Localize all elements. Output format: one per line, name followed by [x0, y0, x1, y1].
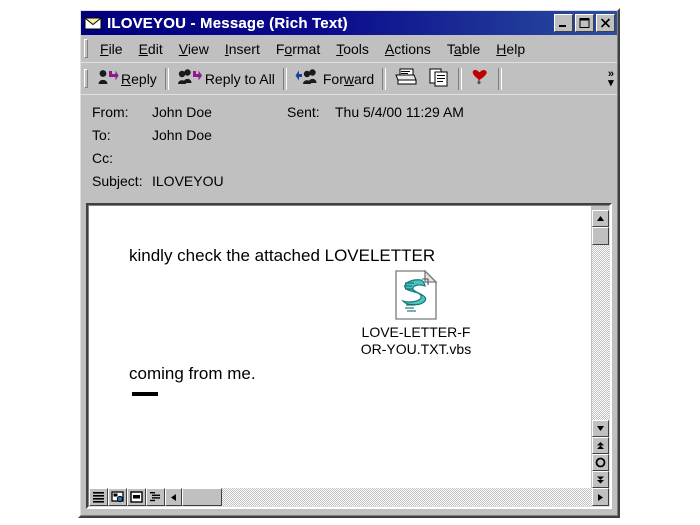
normal-view-button[interactable]	[89, 488, 108, 506]
print-button[interactable]	[389, 66, 423, 92]
header-row-from: From: John Doe Sent: Thu 5/4/00 11:29 AM	[81, 104, 617, 127]
window-inner-frame: ILOVEYOU - Message (Rich Text) File Edit…	[80, 10, 618, 516]
header-row-cc: Cc:	[81, 150, 617, 173]
menu-bar: File Edit View Insert Format Tools Actio…	[81, 35, 617, 62]
from-value[interactable]: John Doe	[152, 104, 287, 120]
body-line-2: coming from me.	[129, 364, 256, 383]
printer-icon	[394, 67, 418, 90]
message-headers: From: John Doe Sent: Thu 5/4/00 11:29 AM…	[81, 94, 617, 202]
reply-icon	[97, 68, 119, 89]
body-line-1: kindly check the attached LOVELETTER	[129, 246, 436, 265]
window-title: ILOVEYOU - Message (Rich Text)	[107, 14, 348, 32]
signature-rule	[132, 392, 158, 396]
select-browse-object-button[interactable]	[592, 454, 609, 471]
menu-tools[interactable]: Tools	[328, 39, 377, 59]
previous-page-button[interactable]	[592, 437, 609, 454]
message-body-inner: kindly check the attached LOVELETTER LOV…	[88, 205, 610, 507]
close-button[interactable]	[596, 14, 615, 32]
title-bar[interactable]: ILOVEYOU - Message (Rich Text)	[81, 11, 617, 35]
to-value[interactable]: John Doe	[152, 127, 287, 143]
from-label: From:	[92, 104, 129, 120]
toolbar-separator-2	[282, 67, 287, 90]
scroll-right-button[interactable]	[592, 488, 609, 506]
envelope-icon	[84, 15, 102, 31]
flag-icon	[470, 67, 490, 90]
attachment-filename: LOVE-LETTER-FOR-YOU.TXT.vbs	[360, 324, 472, 357]
horizontal-scroll-track[interactable]	[222, 488, 592, 506]
message-window: ILOVEYOU - Message (Rich Text) File Edit…	[78, 8, 620, 518]
maximize-button[interactable]	[575, 14, 594, 32]
subject-value: ILOVEYOU	[152, 173, 224, 189]
menu-edit[interactable]: Edit	[131, 39, 171, 59]
web-layout-view-button[interactable]	[108, 488, 127, 506]
toolbar-overflow-button[interactable]: » ▾	[608, 68, 614, 89]
menu-view[interactable]: View	[171, 39, 217, 59]
sent-value: Thu 5/4/00 11:29 AM	[335, 104, 464, 120]
forward-label: Forward	[322, 70, 375, 87]
message-body-panel: kindly check the attached LOVELETTER LOV…	[86, 203, 612, 509]
vbs-script-file-icon	[394, 269, 438, 320]
forward-button[interactable]: Forward	[290, 66, 379, 92]
window-controls	[554, 14, 615, 32]
header-row-to: To: John Doe	[81, 127, 617, 150]
toolbar-separator-1	[164, 67, 169, 90]
vertical-scrollbar[interactable]	[591, 206, 609, 488]
toolbar-separator-3	[382, 67, 387, 90]
minimize-button[interactable]	[554, 14, 573, 32]
toolbar-separator-5	[498, 67, 503, 90]
vertical-scroll-track[interactable]	[592, 245, 609, 420]
sent-label: Sent:	[287, 104, 320, 120]
vertical-scroll-thumb[interactable]	[592, 227, 609, 245]
toolbar: Reply Reply to All Forward » ▾	[81, 62, 617, 94]
outline-view-button[interactable]	[146, 488, 165, 506]
cc-label: Cc:	[92, 150, 113, 166]
scroll-down-button[interactable]	[592, 420, 609, 437]
print-layout-view-button[interactable]	[127, 488, 146, 506]
menu-help[interactable]: Help	[488, 39, 533, 59]
header-row-subject: Subject: ILOVEYOU	[81, 173, 617, 196]
toolbar-overflow-arrow: ▾	[608, 76, 614, 89]
reply-button[interactable]: Reply	[92, 66, 162, 92]
to-label: To:	[92, 127, 111, 143]
document-area: kindly check the attached LOVELETTER LOV…	[89, 206, 609, 488]
flag-button[interactable]	[465, 66, 495, 92]
scroll-up-button[interactable]	[592, 210, 609, 227]
reply-to-all-button[interactable]: Reply to All	[172, 66, 280, 92]
menu-actions[interactable]: Actions	[377, 39, 439, 59]
horizontal-scroll-and-view-bar	[89, 488, 609, 506]
menu-insert[interactable]: Insert	[217, 39, 268, 59]
menu-table[interactable]: Table	[439, 39, 488, 59]
subject-label: Subject:	[92, 173, 143, 189]
next-page-button[interactable]	[592, 471, 609, 488]
horizontal-scroll-thumb[interactable]	[182, 488, 222, 506]
attachment-item[interactable]: LOVE-LETTER-FOR-YOU.TXT.vbs	[351, 269, 481, 358]
message-body-text[interactable]: kindly check the attached LOVELETTER LOV…	[89, 206, 591, 488]
reply-label: Reply	[121, 70, 157, 87]
forward-icon	[295, 68, 321, 89]
menu-file[interactable]: File	[92, 39, 131, 59]
copy-button[interactable]	[423, 66, 455, 92]
toolbar-separator-4	[458, 67, 463, 90]
scroll-left-button[interactable]	[165, 488, 182, 506]
reply-all-icon	[177, 68, 203, 89]
menu-format[interactable]: Format	[268, 39, 328, 59]
reply-all-label: Reply to All	[204, 70, 275, 87]
toolbar-drag-grip[interactable]	[84, 69, 88, 88]
copy-icon	[428, 67, 450, 90]
menu-drag-grip[interactable]	[84, 39, 88, 58]
